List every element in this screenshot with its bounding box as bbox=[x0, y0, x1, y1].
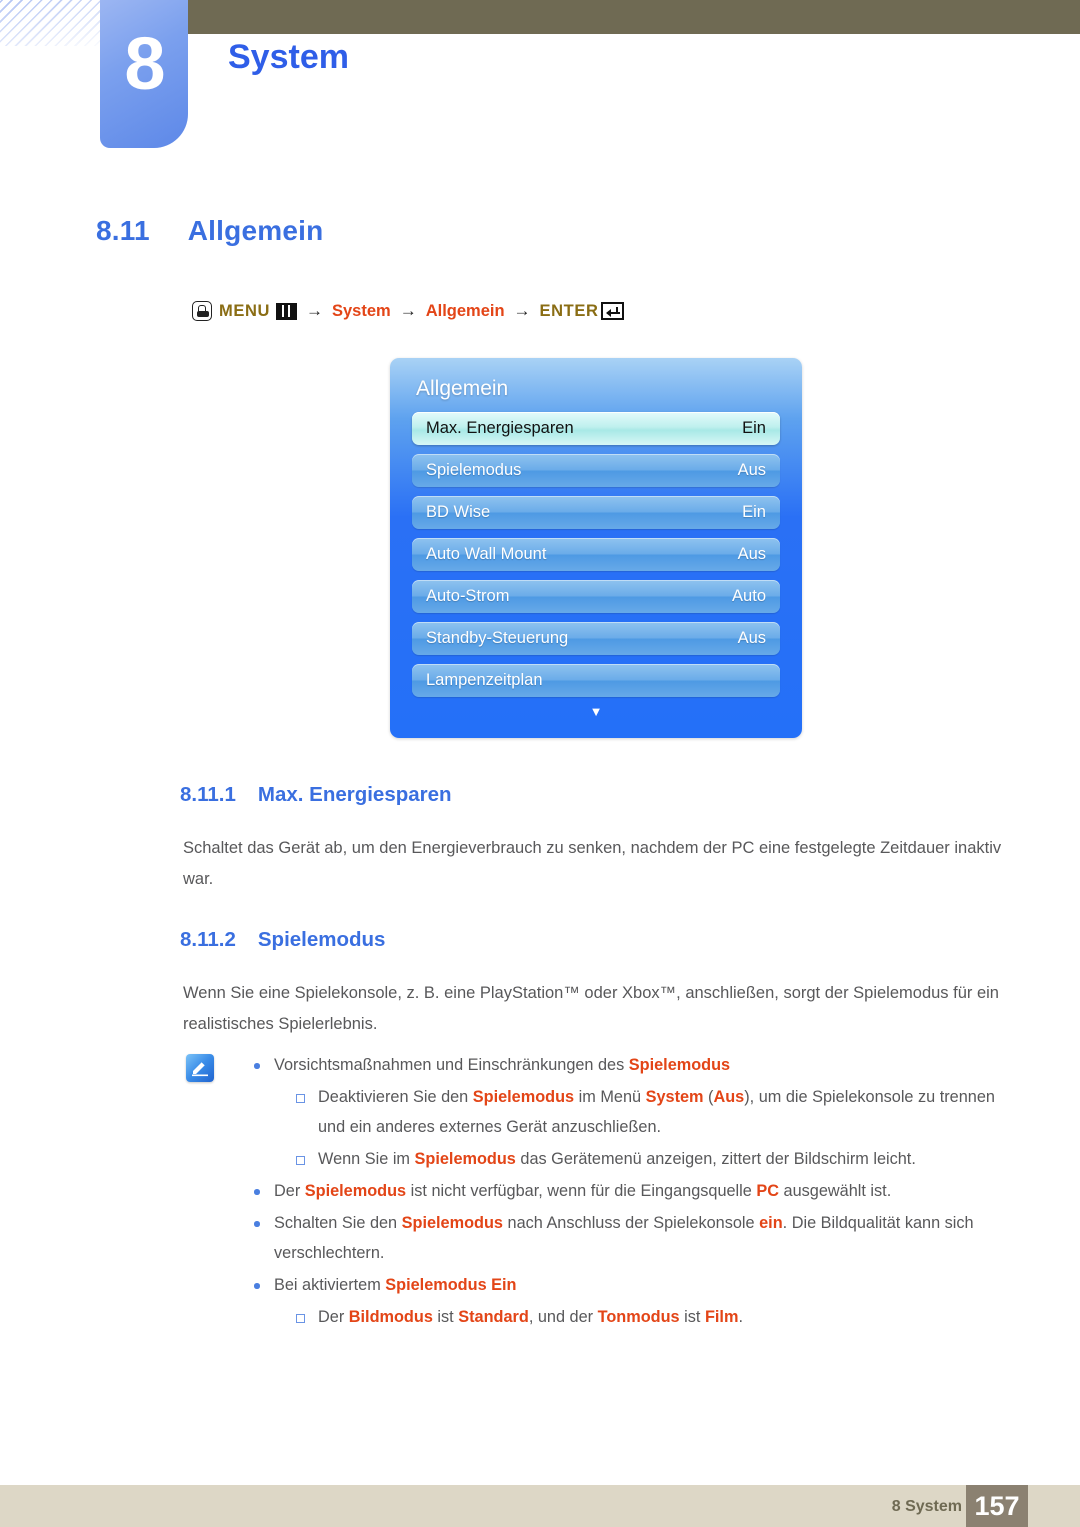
enter-key-icon bbox=[601, 302, 625, 320]
note-text: ist bbox=[432, 1308, 459, 1326]
highlighted-term: Spielemodus bbox=[628, 1056, 731, 1074]
osd-row-value: Aus bbox=[737, 545, 766, 563]
chapter-number: 8 bbox=[124, 22, 165, 105]
highlighted-term: Film bbox=[704, 1308, 739, 1326]
section-heading: 8.11 Allgemein bbox=[96, 215, 323, 247]
section-title: Allgemein bbox=[187, 215, 324, 246]
osd-row-label: Spielemodus bbox=[426, 461, 522, 479]
subsection-number-1: 8.11.1 bbox=[180, 783, 236, 806]
note-text: ausgewählt ist. bbox=[779, 1182, 892, 1200]
highlighted-term: Spielemodus bbox=[414, 1150, 516, 1168]
note-text: ( bbox=[703, 1088, 714, 1106]
header-khaki-bar bbox=[170, 0, 1080, 34]
path-step-system: System bbox=[331, 301, 391, 320]
enter-label: ENTER bbox=[539, 301, 599, 320]
highlighted-term: Spielemodus bbox=[401, 1214, 503, 1232]
osd-row[interactable]: Lampenzeitplan bbox=[412, 664, 780, 697]
note-text: , und der bbox=[528, 1308, 598, 1326]
menu-navigation-path: MENU → System → Allgemein → ENTER bbox=[192, 301, 625, 321]
note-text: ist bbox=[679, 1308, 705, 1326]
highlighted-term: Spielemodus bbox=[472, 1088, 575, 1106]
path-step-allgemein: Allgemein bbox=[425, 301, 505, 320]
chevron-down-icon[interactable]: ▼ bbox=[412, 705, 780, 718]
osd-row[interactable]: Standby-Steuerung Aus bbox=[412, 622, 780, 655]
note-text: das Gerätemenü anzeigen, zittert der Bil… bbox=[515, 1150, 916, 1168]
page-header: 8 System bbox=[0, 0, 1080, 160]
path-arrow-1: → bbox=[305, 301, 323, 320]
menu-button-icon bbox=[275, 302, 297, 320]
osd-row[interactable]: BD Wise Ein bbox=[412, 496, 780, 529]
note-pen-icon bbox=[186, 1054, 214, 1082]
note-text: im Menü bbox=[574, 1088, 646, 1106]
osd-row-list: Max. Energiesparen Ein Spielemodus Aus BD Wi… bbox=[412, 412, 780, 697]
osd-row-value: Aus bbox=[737, 629, 766, 647]
note-bullet-level2: Wenn Sie im Spielemodus das Gerätemenü a… bbox=[240, 1144, 1026, 1174]
hand-press-icon bbox=[192, 301, 212, 321]
chapter-tab: 8 bbox=[100, 0, 188, 148]
osd-row-label: BD Wise bbox=[426, 503, 491, 521]
note-bullet-level1: Vorsichtsmaßnahmen und Einschränkungen d… bbox=[240, 1050, 1026, 1080]
osd-row-value: Auto bbox=[732, 587, 766, 605]
note-text: Deaktivieren Sie den bbox=[318, 1088, 473, 1106]
subsection-heading-2: 8.11.2 Spielemodus bbox=[180, 928, 385, 952]
osd-row-label: Standby-Steuerung bbox=[426, 629, 569, 647]
osd-row-label: Auto Wall Mount bbox=[426, 545, 547, 563]
osd-row-label: Max. Energiesparen bbox=[426, 419, 574, 437]
osd-row[interactable]: Auto-Strom Auto bbox=[412, 580, 780, 613]
highlighted-term: Spielemodus bbox=[304, 1182, 407, 1200]
path-arrow-2: → bbox=[399, 301, 417, 320]
note-text: . bbox=[738, 1308, 743, 1326]
osd-row-label: Auto-Strom bbox=[426, 587, 510, 605]
note-text: Wenn Sie im bbox=[318, 1150, 415, 1168]
chapter-title: System bbox=[228, 38, 349, 76]
osd-row-value: Aus bbox=[737, 461, 766, 479]
note-bullet-level1: Der Spielemodus ist nicht verfügbar, wen… bbox=[240, 1176, 1026, 1206]
note-bullet-level2: Deaktivieren Sie den Spielemodus im Menü… bbox=[240, 1082, 1026, 1142]
note-text: nach Anschluss der Spielekonsole bbox=[502, 1214, 760, 1232]
highlighted-term: Tonmodus bbox=[597, 1308, 680, 1326]
osd-row[interactable]: Spielemodus Aus bbox=[412, 454, 780, 487]
menu-label: MENU bbox=[219, 301, 270, 320]
highlighted-term: System bbox=[645, 1088, 704, 1106]
path-arrow-3: → bbox=[513, 301, 531, 320]
highlighted-term: PC bbox=[756, 1182, 779, 1200]
note-bullet-level2: Der Bildmodus ist Standard, und der Tonm… bbox=[240, 1302, 1026, 1332]
note-text: Vorsichtsmaßnahmen und Einschränkungen d… bbox=[274, 1056, 629, 1074]
subsection-body-1: Schaltet das Gerät ab, um den Energiever… bbox=[183, 839, 1002, 888]
subsection-number-2: 8.11.2 bbox=[180, 928, 236, 951]
osd-row-label: Lampenzeitplan bbox=[426, 671, 543, 689]
note-bullet-level1: Schalten Sie den Spielemodus nach Anschl… bbox=[240, 1208, 1026, 1268]
note-bullet-level1: Bei aktiviertem Spielemodus Ein bbox=[240, 1270, 1026, 1300]
note-text: Der bbox=[318, 1308, 349, 1326]
osd-row-value: Ein bbox=[742, 419, 766, 437]
subsection-heading-1: 8.11.1 Max. Energiesparen bbox=[180, 783, 452, 807]
subsection-title-2: Spielemodus bbox=[257, 928, 386, 951]
highlighted-term: Spielemodus Ein bbox=[385, 1276, 517, 1294]
osd-menu-panel: Allgemein Max. Energiesparen Ein Spielemod… bbox=[390, 358, 802, 738]
highlighted-term: Bildmodus bbox=[348, 1308, 433, 1326]
note-item-list: Vorsichtsmaßnahmen und Einschränkungen d… bbox=[240, 1050, 1026, 1332]
note-text: Bei aktiviertem bbox=[274, 1276, 386, 1294]
note-text: ist nicht verfügbar, wenn für die Eingan… bbox=[406, 1182, 757, 1200]
note-text: Schalten Sie den bbox=[274, 1214, 402, 1232]
section-number: 8.11 bbox=[96, 215, 150, 246]
osd-row[interactable]: Auto Wall Mount Aus bbox=[412, 538, 780, 571]
osd-row-value: Ein bbox=[742, 503, 766, 521]
osd-row[interactable]: Max. Energiesparen Ein bbox=[412, 412, 780, 445]
subsection-body-2: Wenn Sie eine Spielekonsole, z. B. eine … bbox=[183, 984, 999, 1033]
highlighted-term: ein bbox=[759, 1214, 783, 1232]
footer-chapter-label: 8 System bbox=[891, 1498, 962, 1515]
subsection-title-1: Max. Energiesparen bbox=[257, 783, 452, 806]
note-text: Der bbox=[274, 1182, 305, 1200]
note-block: Vorsichtsmaßnahmen und Einschränkungen d… bbox=[186, 1050, 1026, 1334]
footer-page-number: 157 bbox=[966, 1485, 1028, 1527]
osd-panel-title: Allgemein bbox=[416, 377, 509, 400]
highlighted-term: Aus bbox=[713, 1088, 745, 1106]
highlighted-term: Standard bbox=[458, 1308, 529, 1326]
